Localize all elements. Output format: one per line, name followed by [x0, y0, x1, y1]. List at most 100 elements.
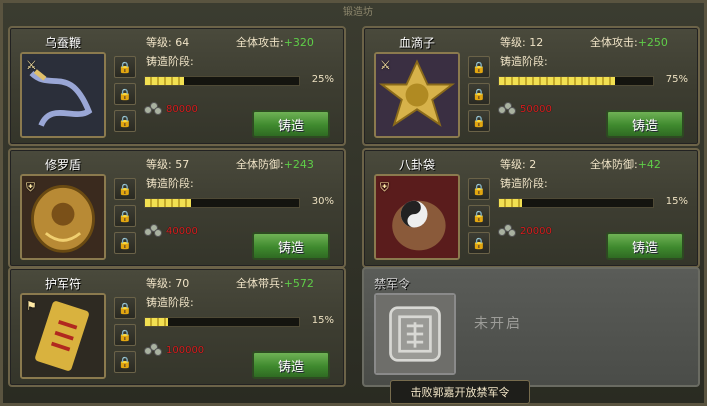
level-label: 等级:	[500, 158, 526, 171]
level-label: 等级:	[146, 277, 172, 290]
level-value: 12	[529, 36, 544, 49]
forge-button[interactable]: 铸造	[252, 351, 330, 379]
lock-icon[interactable]: 🔒	[114, 232, 136, 254]
progress-fill	[145, 318, 168, 326]
lock-icon[interactable]: 🔒	[114, 351, 136, 373]
lock-icon[interactable]: 🔒	[468, 205, 490, 227]
cost-amount: 50000	[520, 103, 552, 115]
bonus-label: 全体攻击:	[590, 36, 638, 49]
gem-slots: 🔒 🔒 🔒	[114, 297, 136, 378]
item-name: 修罗盾	[44, 158, 81, 172]
silver-icon	[144, 224, 164, 238]
lock-icon[interactable]: 🔒	[114, 297, 136, 319]
cost-amount: 20000	[520, 225, 552, 237]
item-panel: 八卦袋 ⛨ 🔒 🔒 🔒 等级: 2 全体防御:+42 铸造阶段: 15% 200…	[362, 148, 700, 268]
locked-item-portrait	[374, 293, 456, 375]
bonus-stat: 全体防御:+42	[590, 156, 661, 172]
forge-progress-bar	[144, 76, 300, 86]
silver-icon	[144, 343, 164, 357]
forge-progress-bar	[144, 317, 300, 327]
lock-icon[interactable]: 🔒	[468, 178, 490, 200]
forge-progress-bar	[144, 198, 300, 208]
lock-icon[interactable]: 🔒	[114, 83, 136, 105]
lock-icon[interactable]: 🔒	[114, 205, 136, 227]
forge-button[interactable]: 铸造	[252, 110, 330, 138]
lock-icon[interactable]: 🔒	[114, 178, 136, 200]
bonus-label: 全体带兵:	[236, 277, 284, 290]
window-title: 锻造坊	[343, 7, 373, 18]
progress-percent: 15%	[665, 196, 688, 207]
cost-amount: 100000	[166, 344, 205, 356]
gem-slots: 🔒 🔒 🔒	[114, 178, 136, 259]
item-panel: 乌蚕鞭 ⚔ 🔒 🔒 🔒 等级: 64 全体攻击:+320 铸造阶段: 25% 8…	[8, 26, 346, 146]
level-value: 70	[175, 277, 190, 290]
gem-slots: 🔒 🔒 🔒	[114, 56, 136, 137]
forge-stage-label: 铸造阶段:	[146, 296, 194, 309]
level-stat: 等级: 12	[500, 34, 543, 50]
lock-icon[interactable]: 🔒	[114, 56, 136, 78]
item-name: 禁军令	[374, 277, 411, 291]
item-portrait[interactable]: ⚑	[20, 293, 106, 379]
forge-button[interactable]: 铸造	[606, 232, 684, 260]
progress-percent: 75%	[665, 74, 688, 85]
unlock-tooltip: 击败郭嘉开放禁军令	[390, 380, 530, 404]
sword-slot-icon: ⚔	[26, 58, 37, 72]
level-stat: 等级: 64	[146, 34, 189, 50]
progress-fill	[145, 199, 191, 207]
item-portrait[interactable]: ⚔	[374, 52, 460, 138]
forge-button[interactable]: 铸造	[606, 110, 684, 138]
progress-percent: 25%	[311, 74, 334, 85]
forge-stage-label: 铸造阶段:	[146, 55, 194, 68]
silver-icon	[498, 102, 518, 116]
item-name: 乌蚕鞭	[44, 36, 81, 50]
bonus-stat: 全体攻击:+250	[590, 34, 668, 50]
forge-cost: 80000	[144, 102, 198, 116]
level-label: 等级:	[146, 158, 172, 171]
level-value: 2	[529, 158, 537, 171]
forge-cost: 20000	[498, 224, 552, 238]
bonus-label: 全体防御:	[236, 158, 284, 171]
silver-icon	[144, 102, 164, 116]
item-name: 护军符	[44, 277, 81, 291]
forge-cost: 40000	[144, 224, 198, 238]
item-portrait[interactable]: ⚔	[20, 52, 106, 138]
forge-stage-label: 铸造阶段:	[146, 177, 194, 190]
progress-fill	[499, 199, 522, 207]
forge-stage-label: 铸造阶段:	[500, 55, 548, 68]
cost-amount: 80000	[166, 103, 198, 115]
seal-icon	[376, 295, 454, 373]
item-panel: 护军符 ⚑ 🔒 🔒 🔒 等级: 70 全体带兵:+572 铸造阶段: 15% 1…	[8, 267, 346, 387]
bonus-value: +572	[283, 277, 314, 290]
unopened-label: 未开启	[474, 316, 522, 332]
bonus-value: +250	[637, 36, 668, 49]
item-panel: 血滴子 ⚔ 🔒 🔒 🔒 等级: 12 全体攻击:+250 铸造阶段: 75% 5…	[362, 26, 700, 146]
forge-stage-label: 铸造阶段:	[500, 177, 548, 190]
forge-progress-bar	[498, 198, 654, 208]
bonus-stat: 全体攻击:+320	[236, 34, 314, 50]
cost-amount: 40000	[166, 225, 198, 237]
forge-cost: 50000	[498, 102, 552, 116]
progress-percent: 15%	[311, 315, 334, 326]
forge-button[interactable]: 铸造	[252, 232, 330, 260]
lock-icon[interactable]: 🔒	[114, 324, 136, 346]
gem-slots: 🔒 🔒 🔒	[468, 178, 490, 259]
lock-icon[interactable]: 🔒	[468, 56, 490, 78]
lock-icon[interactable]: 🔒	[468, 232, 490, 254]
item-portrait[interactable]: ⛨	[20, 174, 106, 260]
bonus-label: 全体防御:	[590, 158, 638, 171]
bonus-stat: 全体防御:+243	[236, 156, 314, 172]
level-value: 57	[175, 158, 190, 171]
lock-icon[interactable]: 🔒	[468, 110, 490, 132]
lock-icon[interactable]: 🔒	[114, 110, 136, 132]
shield-slot-icon: ⛨	[26, 180, 36, 194]
locked-item-panel[interactable]: 禁军令 未开启	[362, 267, 700, 387]
bonus-value: +42	[637, 158, 661, 171]
flag-slot-icon: ⚑	[26, 299, 37, 313]
level-stat: 等级: 70	[146, 275, 189, 291]
item-name: 八卦袋	[398, 158, 435, 172]
item-portrait[interactable]: ⛨	[374, 174, 460, 260]
lock-icon[interactable]: 🔒	[468, 83, 490, 105]
bonus-value: +243	[283, 158, 314, 171]
level-stat: 等级: 2	[500, 156, 536, 172]
bonus-value: +320	[283, 36, 314, 49]
